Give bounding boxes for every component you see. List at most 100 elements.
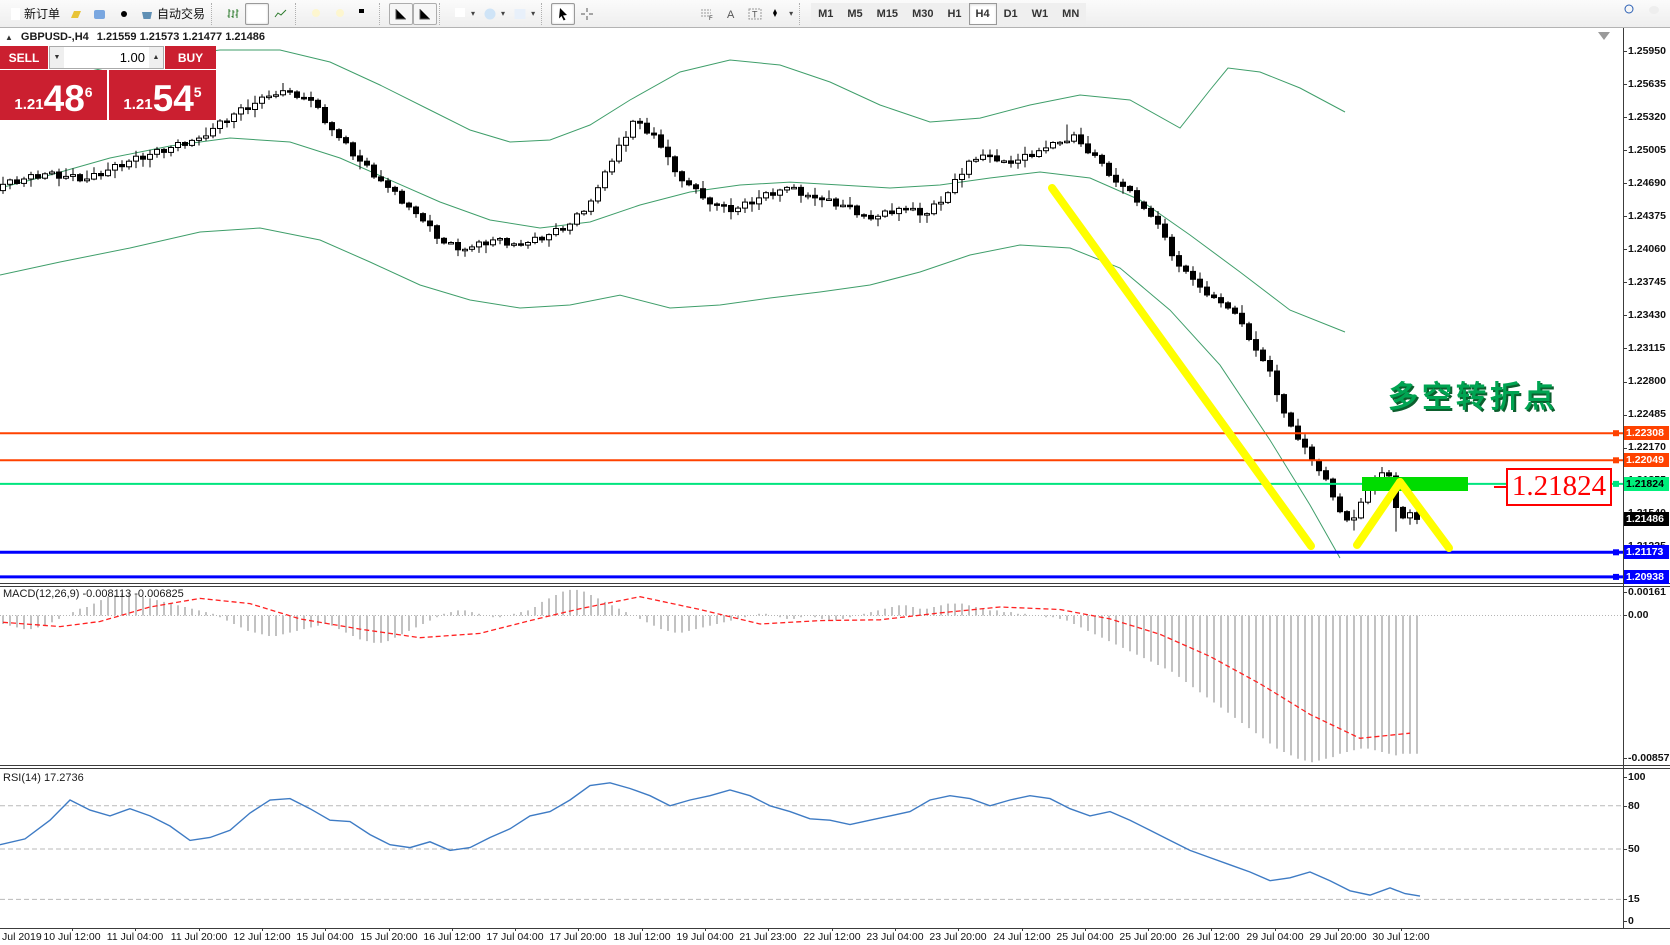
time-axis-label: 24 Jul 12:00 [993, 931, 1050, 943]
timeframe-button-h4[interactable]: H4 [969, 3, 997, 25]
crosshair-button[interactable] [575, 3, 599, 25]
channel-button[interactable]: E [671, 3, 695, 25]
zoom-in-button[interactable] [305, 3, 329, 25]
level-anchor[interactable] [1613, 574, 1619, 580]
chart-shift-button[interactable] [413, 3, 437, 25]
pane-separator[interactable] [0, 583, 1670, 584]
trading-terminal-window: 新订单自动交易▾▾▾EFAT▾M1M5M15M30H1H4D1W1MN ▲ GB… [0, 0, 1670, 945]
fibonacci-button[interactable]: F [695, 3, 719, 25]
shapes-button[interactable]: ▾ [767, 3, 797, 25]
price-axis-label: 1.24060 [1628, 243, 1670, 256]
toolbar-separator [799, 3, 807, 25]
zoom-out-button[interactable] [329, 3, 353, 25]
buy-price-main: 54 [153, 82, 194, 116]
collapse-triangle-icon[interactable]: ▲ [5, 33, 13, 42]
price-axis-tick [1623, 150, 1627, 151]
sell-button[interactable]: SELL [0, 46, 49, 69]
search-icon[interactable] [1623, 3, 1638, 18]
text-button[interactable]: A [719, 3, 743, 25]
horizontal-line-button[interactable] [623, 3, 647, 25]
time-axis-label: 11 Jul 20:00 [171, 931, 227, 943]
text-icon: A [724, 7, 738, 21]
level-anchor[interactable] [1613, 481, 1619, 487]
timeframe-button-m15[interactable]: M15 [870, 3, 905, 25]
volume-increase-button[interactable]: ▲ [149, 47, 163, 68]
buy-price-display[interactable]: 1.21545 [109, 70, 216, 120]
macd-histogram [3, 590, 1417, 762]
template-icon [513, 7, 527, 21]
time-axis-tick [515, 928, 516, 931]
trendline-button[interactable] [647, 3, 671, 25]
auto-trading-button[interactable]: 自动交易 [136, 3, 209, 25]
timeframe-button-w1[interactable]: W1 [1025, 3, 1056, 25]
periods-button[interactable]: ▾ [479, 3, 509, 25]
time-axis-tick [895, 928, 896, 931]
price-level-chip[interactable]: 1.20938 [1624, 570, 1669, 584]
candlestick-chart-button[interactable] [245, 3, 269, 25]
price-axis-label: 1.23115 [1628, 342, 1670, 355]
time-axis-label: 26 Jul 12:00 [1182, 931, 1239, 943]
price-axis-tick [1623, 216, 1627, 217]
turning-point-annotation[interactable]: 多空转折点 [1388, 372, 1558, 416]
support-zone-rectangle[interactable] [1362, 477, 1468, 491]
pane-separator[interactable] [0, 586, 1670, 587]
price-callout-box[interactable]: 1.21824 [1506, 468, 1612, 506]
chart-window-button[interactable] [64, 3, 88, 25]
symbol-quotes: 1.21559 1.21573 1.21477 1.21486 [97, 31, 265, 43]
chart-canvas[interactable] [0, 0, 1670, 945]
profiles-button[interactable] [88, 3, 112, 25]
vertical-line-button[interactable] [599, 3, 623, 25]
price-level-chip[interactable]: 1.22308 [1624, 426, 1669, 440]
level-anchor[interactable] [1613, 430, 1619, 436]
new-order-button[interactable]: 新订单 [3, 3, 64, 25]
price-level-chip[interactable]: 1.21824 [1624, 477, 1669, 491]
rsi-indicator-label: RSI(14) 17.2736 [3, 772, 84, 784]
templates-button[interactable]: ▾ [509, 3, 539, 25]
time-axis-label: 21 Jul 23:00 [739, 931, 796, 943]
price-level-chip[interactable]: 1.22049 [1624, 453, 1669, 467]
label-button[interactable]: T [743, 3, 767, 25]
volume-decrease-button[interactable]: ▼ [50, 47, 64, 68]
line-chart-button[interactable] [269, 3, 293, 25]
timeframe-button-mn[interactable]: MN [1055, 3, 1086, 25]
time-axis-tick [199, 928, 200, 931]
pane-separator[interactable] [0, 768, 1670, 769]
bollinger-bands [0, 50, 1345, 558]
sell-price-display[interactable]: 1.21486 [0, 70, 107, 120]
time-axis-tick [578, 928, 579, 931]
clock-icon [483, 7, 497, 21]
indicators-button[interactable]: ▾ [449, 3, 479, 25]
level-anchor[interactable] [1613, 549, 1619, 555]
indicators-icon [453, 7, 467, 21]
timeframe-button-h1[interactable]: H1 [940, 3, 968, 25]
price-axis-label: 1.24690 [1628, 177, 1670, 190]
svg-text:A: A [727, 9, 735, 21]
chart-shift-marker-icon[interactable] [1598, 32, 1610, 40]
pane-separator[interactable] [0, 765, 1670, 766]
volume-input[interactable] [64, 47, 149, 68]
sell-price-main: 48 [44, 82, 85, 116]
timeframe-button-m1[interactable]: M1 [811, 3, 840, 25]
symbol-name: GBPUSD-,H4 [21, 31, 89, 43]
timeframe-button-m5[interactable]: M5 [840, 3, 869, 25]
auto-scroll-button[interactable] [389, 3, 413, 25]
cursor-button[interactable] [551, 3, 575, 25]
chat-icon[interactable] [1648, 4, 1664, 18]
time-axis-label: Jul 2019 [2, 931, 42, 943]
time-axis-label: 15 Jul 20:00 [360, 931, 417, 943]
chevron-down-icon: ▾ [501, 9, 505, 18]
toolbar-separator [439, 3, 447, 25]
timeframe-button-d1[interactable]: D1 [997, 3, 1025, 25]
alerts-button[interactable] [112, 3, 136, 25]
timeframe-button-m30[interactable]: M30 [905, 3, 940, 25]
chevron-down-icon: ▾ [531, 9, 535, 18]
price-level-chip[interactable]: 1.21173 [1624, 545, 1669, 559]
chart-bottom-border [0, 928, 1670, 929]
price-axis-label: 1.22800 [1628, 375, 1670, 388]
bar-chart-button[interactable] [221, 3, 245, 25]
rsi-axis-tick [1623, 899, 1627, 900]
buy-button[interactable]: BUY [164, 46, 216, 69]
level-anchor[interactable] [1613, 457, 1619, 463]
time-axis-tick [1401, 928, 1402, 931]
tile-windows-button[interactable] [353, 3, 377, 25]
